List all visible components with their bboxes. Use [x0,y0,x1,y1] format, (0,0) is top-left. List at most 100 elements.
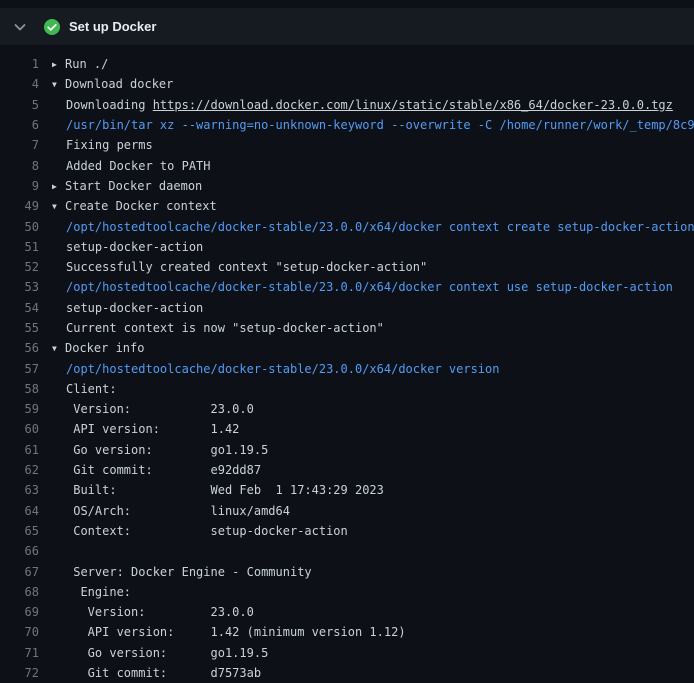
step-title: Set up Docker [69,19,156,34]
log-line: 67 Server: Docker Engine - Community [0,561,694,581]
log-text: API version: 1.42 [52,422,694,436]
log-text: Built: Wed Feb 1 17:43:29 2023 [52,483,694,497]
log-line[interactable]: 1▶Run ./ [0,54,694,74]
line-content: ▼Create Docker context [52,199,694,213]
log-text: Git commit: e92dd87 [52,463,694,477]
group-title: Create Docker context [65,199,217,213]
log-line: 55Current context is now "setup-docker-a… [0,318,694,338]
step-header[interactable]: Set up Docker [0,8,694,45]
log-line: 68 Engine: [0,582,694,602]
log-line: 72 Git commit: d7573ab [0,663,694,683]
line-number[interactable]: 49 [0,199,52,213]
log-text: Version: 23.0.0 [52,605,694,619]
chevron-down-icon: ▼ [52,202,65,211]
line-number[interactable]: 7 [0,138,52,152]
log-line: 50/opt/hostedtoolcache/docker-stable/23.… [0,216,694,236]
log-line: 59 Version: 23.0.0 [0,399,694,419]
chevron-right-icon: ▶ [52,60,65,69]
chevron-right-icon: ▶ [52,182,65,191]
log-text: Client: [52,382,694,396]
log-text: Added Docker to PATH [52,159,694,173]
line-number[interactable]: 70 [0,625,52,639]
line-number[interactable]: 8 [0,159,52,173]
log-text: Successfully created context "setup-dock… [52,260,694,274]
chevron-down-icon[interactable] [12,19,28,35]
line-number[interactable]: 1 [0,57,52,71]
line-number[interactable]: 54 [0,301,52,315]
line-number[interactable]: 68 [0,585,52,599]
log-text: OS/Arch: linux/amd64 [52,504,694,518]
log-line[interactable]: 56▼Docker info [0,338,694,358]
line-number[interactable]: 55 [0,321,52,335]
log-text: Context: setup-docker-action [52,524,694,538]
log-text: Fixing perms [52,138,694,152]
log-line[interactable]: 4▼Download docker [0,74,694,94]
log-text: Version: 23.0.0 [52,402,694,416]
log-line: 64 OS/Arch: linux/amd64 [0,501,694,521]
line-number[interactable]: 62 [0,463,52,477]
log-text: Current context is now "setup-docker-act… [52,321,694,335]
log-command-text: /usr/bin/tar xz --warning=no-unknown-key… [52,118,694,132]
line-number[interactable]: 63 [0,483,52,497]
chevron-down-icon: ▼ [52,80,65,89]
log-line: 71 Go version: go1.19.5 [0,643,694,663]
log-line: 62 Git commit: e92dd87 [0,460,694,480]
line-content: ▶Start Docker daemon [52,179,694,193]
log-link[interactable]: https://download.docker.com/linux/static… [153,98,673,112]
log-line[interactable]: 9▶Start Docker daemon [0,176,694,196]
line-number[interactable]: 64 [0,504,52,518]
line-number[interactable]: 65 [0,524,52,538]
log-text: API version: 1.42 (minimum version 1.12) [52,625,694,639]
log-text: Go version: go1.19.5 [52,443,694,457]
log-line: 65 Context: setup-docker-action [0,521,694,541]
line-number[interactable]: 52 [0,260,52,274]
line-number[interactable]: 50 [0,220,52,234]
log-command-text: /opt/hostedtoolcache/docker-stable/23.0.… [52,362,694,376]
log-line: 7Fixing perms [0,135,694,155]
log-line: 54setup-docker-action [0,298,694,318]
group-title: Start Docker daemon [65,179,202,193]
log-text: Server: Docker Engine - Community [52,565,694,579]
log-text: setup-docker-action [52,240,694,254]
log-text: Git commit: d7573ab [52,666,694,680]
group-title: Docker info [65,341,144,355]
group-title: Download docker [65,77,173,91]
line-content: ▼Docker info [52,341,694,355]
line-number[interactable]: 58 [0,382,52,396]
log-line: 5Downloading https://download.docker.com… [0,95,694,115]
line-number[interactable]: 67 [0,565,52,579]
log-line[interactable]: 49▼Create Docker context [0,196,694,216]
log-line: 58Client: [0,379,694,399]
line-content: ▼Download docker [52,77,694,91]
line-number[interactable]: 61 [0,443,52,457]
log-text: setup-docker-action [52,301,694,315]
line-number[interactable]: 69 [0,605,52,619]
line-number[interactable]: 5 [0,98,52,112]
line-number[interactable]: 9 [0,179,52,193]
log-text: Engine: [52,585,694,599]
group-title: Run ./ [65,57,108,71]
log-line: 60 API version: 1.42 [0,419,694,439]
line-content: Downloading https://download.docker.com/… [52,98,694,112]
log-command-text: /opt/hostedtoolcache/docker-stable/23.0.… [52,220,694,234]
check-circle-icon [44,19,60,35]
line-number[interactable]: 6 [0,118,52,132]
line-number[interactable]: 51 [0,240,52,254]
chevron-down-icon: ▼ [52,344,65,353]
line-number[interactable]: 59 [0,402,52,416]
log-command-text: /opt/hostedtoolcache/docker-stable/23.0.… [52,280,694,294]
line-number[interactable]: 71 [0,646,52,660]
log-line: 63 Built: Wed Feb 1 17:43:29 2023 [0,480,694,500]
line-number[interactable]: 4 [0,77,52,91]
log-text: Downloading [66,98,153,112]
log-line: 8Added Docker to PATH [0,155,694,175]
line-number[interactable]: 66 [0,544,52,558]
line-number[interactable]: 53 [0,280,52,294]
line-number[interactable]: 60 [0,422,52,436]
log-line: 51setup-docker-action [0,237,694,257]
line-number[interactable]: 57 [0,362,52,376]
line-number[interactable]: 56 [0,341,52,355]
line-content: ▶Run ./ [52,57,694,71]
line-number[interactable]: 72 [0,666,52,680]
log-line: 69 Version: 23.0.0 [0,602,694,622]
